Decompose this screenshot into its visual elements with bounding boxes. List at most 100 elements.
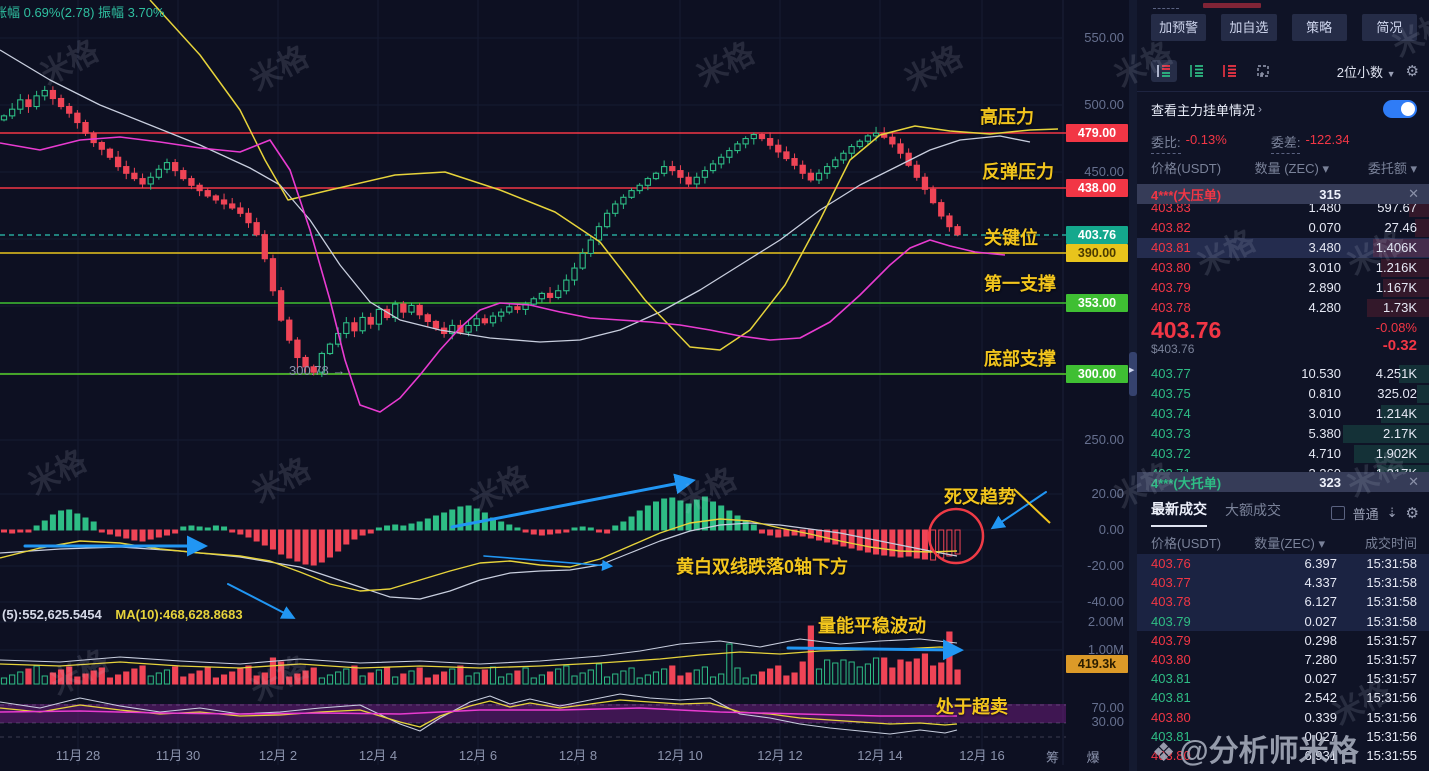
- trade-price-header: 价格(USDT): [1151, 536, 1222, 551]
- large-sell-order-banner: 4***(大压单) 315 ✕: [1137, 184, 1429, 204]
- sort-icon[interactable]: ⇣: [1387, 505, 1398, 521]
- ask-row[interactable]: 403.80 3.010 1.216K: [1137, 258, 1429, 278]
- buy-banner-name: 4***(大托单): [1151, 475, 1222, 491]
- sell-banner-qty: 315: [1319, 186, 1341, 202]
- book-buy-only-icon[interactable]: [1184, 60, 1210, 82]
- ask-row[interactable]: 403.78 4.280 1.73K: [1137, 298, 1429, 318]
- chart-area: 550.00 500.00 450.00 250.00 20.00 0.00 -20.00 -…: [0, 0, 1131, 771]
- annotation-label: 处于超卖: [936, 697, 1008, 717]
- add-watchlist-button[interactable]: 加自选: [1221, 14, 1277, 41]
- close-icon[interactable]: ✕: [1408, 186, 1419, 202]
- x-axis-date-label: 12月 8: [559, 748, 597, 763]
- annotation-label: 关键位: [984, 228, 1038, 248]
- annotation-label: 高压力: [980, 107, 1034, 127]
- low-price-marker: 300.78 →: [289, 363, 346, 378]
- ratio-row: 委比: -0.13% 委差: -122.34: [1151, 132, 1417, 154]
- trade-row: 403.77 4.337 15:31:58: [1137, 573, 1429, 593]
- overview-button[interactable]: 简况: [1361, 14, 1417, 41]
- price-tag: 403.76: [1066, 226, 1128, 244]
- vol-ma5-label: (5):552,625.5454: [2, 607, 102, 622]
- clipped-value: [1203, 3, 1261, 8]
- y-axis-label: 70.00: [1091, 700, 1124, 715]
- bid-row[interactable]: 403.75 0.810 325.02: [1137, 384, 1429, 404]
- candlestick-chart-canvas[interactable]: 550.00 500.00 450.00 250.00 20.00 0.00 -20.00 -…: [0, 0, 1131, 771]
- splitter-handle[interactable]: [1129, 352, 1137, 396]
- trade-row: 403.78 6.127 15:31:58: [1137, 592, 1429, 612]
- price-tag: 300.00: [1066, 365, 1128, 383]
- action-buttons: 加预警 加自选 策略 简况: [1151, 14, 1417, 41]
- tab-latest-trades[interactable]: 最新成交: [1151, 499, 1207, 527]
- trade-qty-header[interactable]: 数量(ZEC) ▾: [1254, 533, 1325, 552]
- close-icon[interactable]: ✕: [1408, 474, 1419, 490]
- chevron-down-icon: ▼: [1386, 68, 1396, 79]
- main-orders-toggle[interactable]: [1383, 100, 1417, 118]
- tab-large-trades[interactable]: 大额成交: [1225, 500, 1281, 526]
- bid-row[interactable]: 403.72 4.710 1.902K: [1137, 444, 1429, 464]
- ask-row[interactable]: 403.81 3.480 1.406K: [1137, 238, 1429, 258]
- price-header: 价格(USDT): [1151, 161, 1222, 176]
- price-tag: 390.00: [1066, 244, 1128, 262]
- add-panel-icon[interactable]: [1250, 60, 1276, 82]
- vol-ma10-label: MA(10):468,628.8683: [115, 607, 243, 622]
- ask-rows: 403.83 1.480 597.67 403.82 0.070 27.46 403.8…: [1137, 198, 1429, 318]
- trade-row: 403.81 2.542 15:31:56: [1151, 690, 1417, 706]
- x-axis-date-label: 12月 16: [959, 748, 1005, 763]
- change-percent: -0.08%: [1375, 320, 1417, 335]
- buy-banner-qty: 323: [1319, 474, 1341, 490]
- change-amount: -0.32: [1382, 337, 1417, 354]
- orderbook-toolbar: 2位小数 ▼ ⚙: [1151, 58, 1419, 84]
- ask-row[interactable]: 403.79 2.890 1.167K: [1137, 278, 1429, 298]
- decimal-precision-dropdown[interactable]: 2位小数 ▼: [1337, 62, 1396, 81]
- x-axis-date-label: 11月 28: [56, 748, 101, 763]
- trade-row: 403.80 6.931 15:31:55: [1151, 747, 1417, 763]
- trade-time-header: 成交时间: [1364, 536, 1417, 551]
- y-axis-label: 2.00M: [1088, 614, 1124, 629]
- normal-checkbox[interactable]: [1330, 506, 1345, 520]
- ratio-value: -0.13%: [1185, 132, 1227, 147]
- book-both-sides-icon[interactable]: [1151, 60, 1177, 82]
- y-axis-label: 550.00: [1084, 30, 1124, 45]
- trade-row: 403.81 0.027 15:31:57: [1151, 671, 1417, 687]
- order-book-panel: 加预警 加自选 策略 简况 2位小数 ▼ ⚙ 查看主力挂单情况 › 委比: -0…: [1137, 0, 1429, 771]
- panel-splitter: [1129, 0, 1137, 771]
- trades-tabs: 最新成交 大额成交 普通 ⇣ ⚙: [1151, 499, 1419, 527]
- orderbook-headers: 价格(USDT) 数量 (ZEC) ▾ 委托额 ▾: [1151, 158, 1417, 176]
- chevron-right-icon: ›: [1258, 102, 1263, 116]
- x-axis-date-label: 12月 2: [259, 748, 297, 763]
- book-sell-only-icon[interactable]: [1217, 60, 1243, 82]
- x-axis-date-label: 12月 14: [857, 748, 903, 763]
- large-buy-order-banner: 4***(大托单) 323 ✕: [1137, 472, 1429, 492]
- last-price-block: 403.76 $403.76 -0.08% -0.32: [1151, 318, 1417, 362]
- trade-row: 403.79 0.027 15:31:58: [1137, 611, 1429, 631]
- trades-headers: 价格(USDT) 数量(ZEC) ▾ 成交时间: [1151, 533, 1417, 552]
- add-alert-button[interactable]: 加预警: [1151, 14, 1207, 41]
- y-axis-label: 450.00: [1084, 164, 1124, 179]
- last-price-usd: $403.76: [1151, 342, 1195, 356]
- qty-header[interactable]: 数量 (ZEC) ▾: [1255, 158, 1329, 177]
- sell-banner-name: 4***(大压单): [1151, 187, 1222, 203]
- y-axis-label: -40.00: [1087, 594, 1124, 609]
- bid-row[interactable]: 403.73 5.380 2.17K: [1137, 424, 1429, 444]
- ask-row[interactable]: 403.82 0.070 27.46: [1137, 218, 1429, 238]
- chip-burst-labels[interactable]: 筹 爆: [1046, 747, 1112, 766]
- bid-row[interactable]: 403.77 10.530 4.251K: [1137, 364, 1429, 384]
- view-main-orders-link[interactable]: 查看主力挂单情况: [1151, 100, 1255, 119]
- ratio-label: 委比:: [1151, 132, 1181, 154]
- bid-row[interactable]: 403.74 3.010 1.214K: [1137, 404, 1429, 424]
- price-tag: 419.3k: [1066, 655, 1128, 673]
- volume-ma-labels: (5):552,625.5454 MA(10):468,628.8683: [2, 607, 243, 622]
- trading-app: 550.00 500.00 450.00 250.00 20.00 0.00 -20.00 -…: [0, 0, 1429, 771]
- annotation-label: 黄白双线跌落0轴下方: [676, 557, 849, 577]
- trade-row: 403.79 0.298 15:31:57: [1151, 632, 1417, 648]
- amount-header[interactable]: 委托额 ▾: [1368, 158, 1417, 177]
- price-tag: 479.00: [1066, 124, 1128, 142]
- x-axis-date-label: 12月 10: [657, 748, 703, 763]
- strategy-button[interactable]: 策略: [1291, 14, 1347, 41]
- y-axis-label: 20.00: [1091, 486, 1124, 501]
- trades-settings-gear-icon[interactable]: ⚙: [1406, 504, 1419, 522]
- orderbook-settings-gear-icon[interactable]: ⚙: [1406, 62, 1419, 80]
- y-axis-label: 500.00: [1084, 97, 1124, 112]
- clipped-label: [1153, 8, 1179, 9]
- trade-row: 403.80 7.280 15:31:57: [1151, 651, 1417, 667]
- x-axis-date-label: 11月 30: [156, 748, 201, 763]
